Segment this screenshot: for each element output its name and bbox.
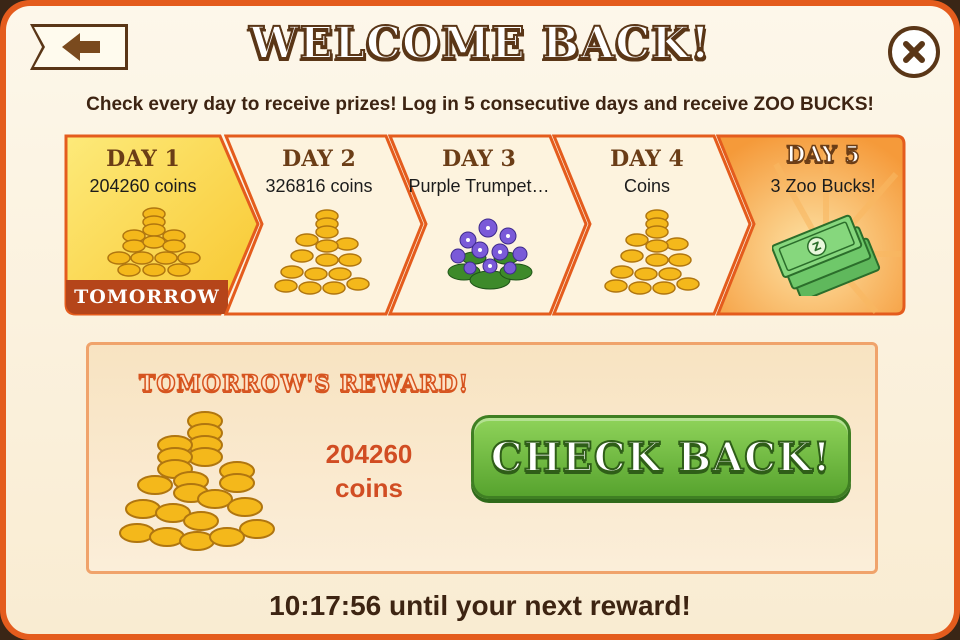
zoo-bucks-bills-icon: Z — [772, 214, 881, 296]
tomorrow-badge: TOMORROW — [66, 280, 228, 314]
day-label: DAY 2 — [282, 146, 356, 172]
coin-pile-icon — [604, 209, 700, 295]
day-label: DAY 1 — [106, 146, 180, 172]
tomorrow-reward-panel: TOMORROW'S REWARD! 204260 coins CHECK BA… — [86, 342, 878, 574]
page-title: WELCOME BACK! — [248, 17, 711, 70]
instructions-text: Check every day to receive prizes! Log i… — [86, 94, 874, 115]
day-label: DAY 5 — [785, 141, 860, 169]
countdown-timer: 10:17:56 until your next reward! — [269, 590, 691, 621]
day-reward-text: Coins — [623, 176, 671, 196]
day-card-5: DAY 5 3 Zoo Bucks! Z — [716, 134, 906, 316]
reward-panel-title: TOMORROW'S REWARD! — [138, 370, 470, 398]
check-back-button[interactable]: CHECK BACK! — [471, 415, 851, 499]
coin-pile-icon — [119, 411, 275, 551]
close-icon — [903, 41, 925, 63]
coin-pile-icon — [107, 207, 201, 277]
reward-amount-unit: coins — [335, 473, 403, 503]
coin-pile-icon — [274, 209, 370, 295]
daily-rewards-strip: DAY 1 204260 coins TOMORROW DAY 2 326816… — [58, 134, 906, 316]
purple-flower-bush-icon — [447, 218, 533, 290]
close-button[interactable] — [888, 26, 940, 78]
day-reward-text: 3 Zoo Bucks! — [770, 176, 876, 196]
welcome-back-dialog: WELCOME BACK! Check every day to receive… — [6, 6, 954, 634]
day-reward-text: 204260 coins — [89, 176, 197, 196]
day-reward-text: Purple Trumpet… — [408, 176, 550, 196]
dialog-frame: WELCOME BACK! Check every day to receive… — [0, 0, 960, 640]
day-reward-text: 326816 coins — [265, 176, 373, 196]
day-label: DAY 3 — [442, 146, 516, 172]
reward-amount: 204260 coins — [314, 437, 424, 505]
day-label: DAY 4 — [610, 146, 684, 172]
reward-amount-value: 204260 — [325, 439, 413, 469]
